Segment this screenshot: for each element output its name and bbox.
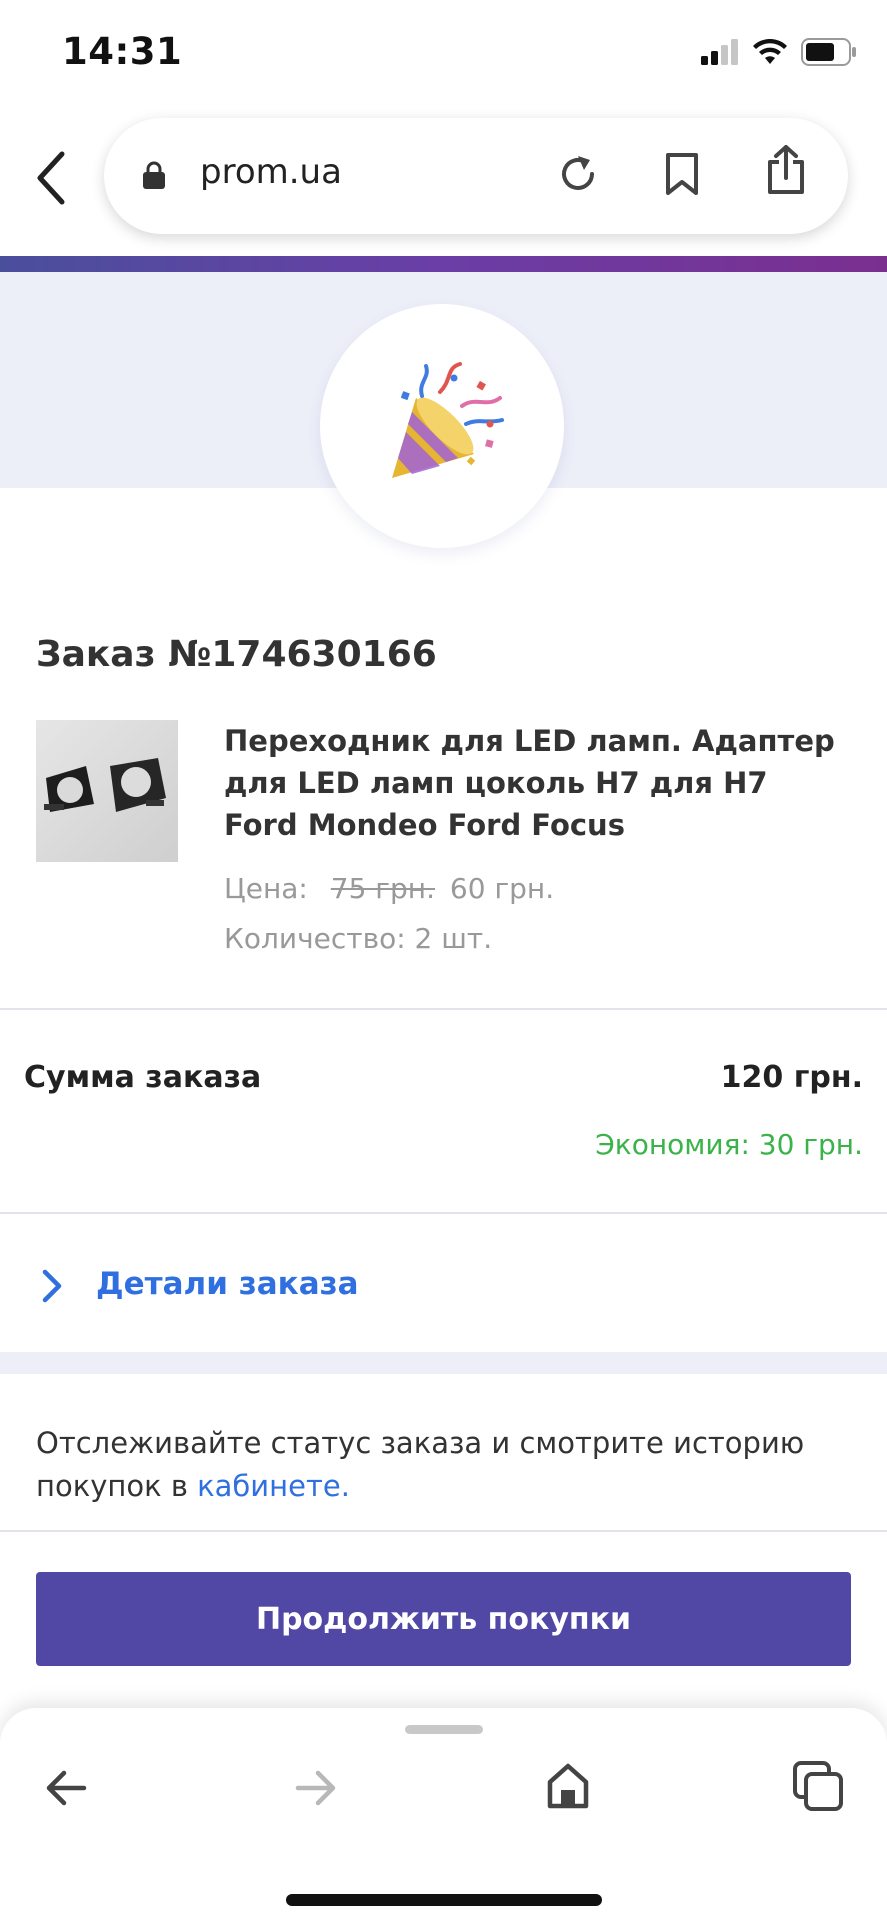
address-bar[interactable]: prom.ua: [104, 118, 848, 234]
battery-icon: [801, 38, 856, 66]
url-text: prom.ua: [200, 152, 342, 192]
product-image[interactable]: [36, 720, 178, 862]
order-details-label: Детали заказа: [96, 1266, 359, 1302]
status-icons: [701, 38, 857, 66]
arrow-left-icon[interactable]: [44, 1768, 88, 1808]
price-line: Цена: 75 грн. 60 грн.: [224, 872, 554, 905]
status-bar: 14:31: [0, 0, 887, 110]
order-title: Заказ №174630166: [36, 634, 437, 675]
divider: [0, 1008, 887, 1010]
signal-icon: [701, 39, 738, 65]
tabs-icon[interactable]: [792, 1760, 844, 1812]
price-new: 60 грн.: [449, 872, 555, 905]
order-details-toggle[interactable]: Детали заказа: [0, 1222, 887, 1352]
bookmark-icon[interactable]: [664, 152, 700, 196]
tracking-text: Отслеживайте статус заказа и смотрите ис…: [36, 1422, 856, 1508]
lock-icon: [143, 161, 165, 189]
divider: [0, 1530, 887, 1532]
browser-toolbar: prom.ua: [0, 110, 887, 256]
status-time: 14:31: [62, 30, 183, 73]
sheet-grabber[interactable]: [405, 1725, 483, 1734]
divider: [0, 1212, 887, 1214]
tracking-text-body: Отслеживайте статус заказа и смотрите ис…: [36, 1426, 805, 1503]
reload-icon[interactable]: [556, 152, 600, 196]
price-label: Цена:: [224, 872, 308, 905]
savings-text: Экономия: 30 грн.: [595, 1128, 863, 1161]
party-popper-icon: [392, 362, 504, 478]
order-sum-value: 120 грн.: [720, 1060, 863, 1095]
browser-bottom-toolbar: [0, 1708, 887, 1920]
share-icon[interactable]: [766, 144, 806, 196]
wifi-icon: [753, 39, 787, 64]
quantity: Количество: 2 шт.: [224, 922, 493, 955]
accent-strip: [0, 256, 887, 272]
order-sum-label: Сумма заказа: [24, 1060, 262, 1095]
continue-shopping-button[interactable]: Продолжить покупки: [36, 1572, 851, 1666]
section-separator: [0, 1352, 887, 1374]
home-indicator: [286, 1894, 602, 1906]
back-chevron-icon[interactable]: [30, 148, 74, 208]
product-name[interactable]: Переходник для LED ламп. Адаптер для LED…: [224, 720, 844, 846]
arrow-right-icon[interactable]: [294, 1768, 338, 1808]
chevron-right-icon: [42, 1269, 62, 1303]
price-old: 75 грн.: [330, 872, 436, 905]
success-badge: [320, 304, 564, 548]
home-icon[interactable]: [546, 1762, 590, 1810]
cabinet-link[interactable]: кабинете.: [197, 1469, 350, 1503]
